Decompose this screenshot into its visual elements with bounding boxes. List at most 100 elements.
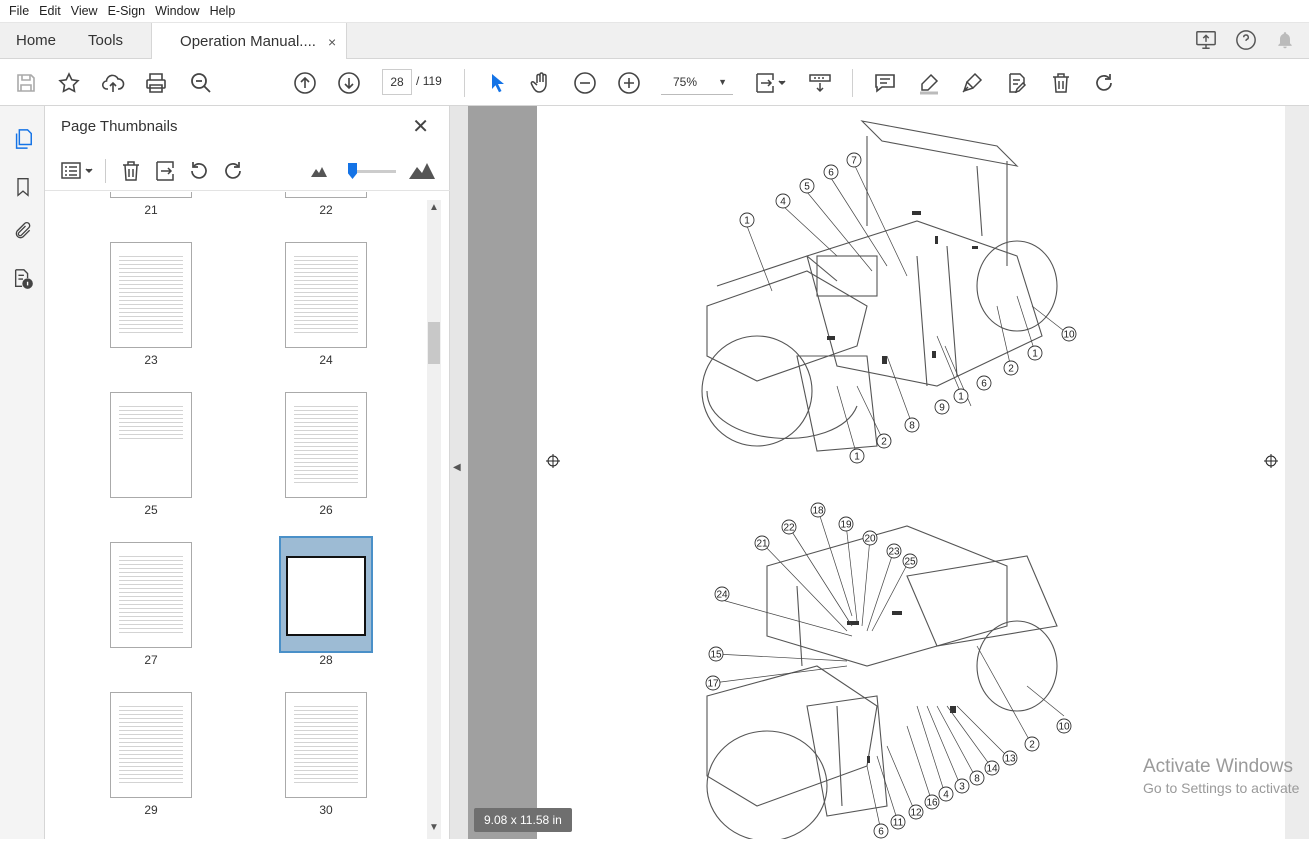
main-toolbar: 28 / 119 75% ▼ [0, 59, 1309, 106]
svg-text:21: 21 [756, 539, 768, 550]
svg-text:6: 6 [981, 379, 987, 390]
bookmarks-icon[interactable] [10, 174, 36, 200]
thumbnail-options-icon[interactable] [61, 161, 95, 184]
page-number-input[interactable]: 28 [382, 69, 412, 95]
menu-edit[interactable]: Edit [34, 4, 66, 18]
scroll-up-icon[interactable]: ▲ [429, 202, 439, 213]
svg-text:6: 6 [878, 827, 884, 838]
delete-trash-icon[interactable] [1047, 69, 1075, 97]
fit-page-icon[interactable] [750, 69, 790, 97]
svg-text:18: 18 [812, 506, 824, 517]
thumbnail-label: 28 [319, 653, 333, 667]
thumbnail-page[interactable] [110, 192, 192, 198]
callout-marker: 22 [781, 519, 797, 535]
svg-text:6: 6 [828, 168, 834, 179]
svg-text:22: 22 [783, 523, 795, 534]
scroll-mode-icon[interactable] [806, 69, 834, 97]
thumbnail-page[interactable] [110, 392, 192, 498]
callout-marker: 10 [1061, 326, 1077, 342]
select-cursor-icon[interactable] [484, 69, 512, 97]
previous-page-icon[interactable] [291, 69, 319, 97]
thumbnail-page[interactable] [110, 542, 192, 648]
thumbnail-page[interactable] [285, 392, 367, 498]
notifications-bell-icon[interactable] [1275, 30, 1295, 53]
thumbnail-label: 23 [144, 353, 158, 367]
page-size-badge: 9.08 x 11.58 in [474, 808, 572, 832]
page-thumbnails-icon[interactable] [10, 126, 36, 152]
slider-knob[interactable] [348, 163, 357, 179]
svg-text:23: 23 [888, 547, 900, 558]
callout-marker: 10 [1056, 718, 1072, 734]
thumbnail-size-slider[interactable] [348, 163, 396, 179]
thumbnail-list: 21 22 23 24 25 26 27 28 29 30 [57, 192, 427, 839]
rotate-left-icon[interactable] [187, 159, 211, 186]
next-page-icon[interactable] [335, 69, 363, 97]
small-thumbnail-icon[interactable] [311, 165, 327, 180]
share-screen-icon[interactable] [1195, 29, 1217, 54]
menu-view[interactable]: View [66, 4, 103, 18]
collapse-panel-icon[interactable]: ◀ [453, 462, 461, 473]
rotate-right-icon[interactable] [221, 159, 245, 186]
menu-esign[interactable]: E-Sign [103, 4, 151, 18]
thumbnail-page[interactable] [285, 692, 367, 798]
highlight-pen-icon[interactable] [915, 69, 943, 97]
scrollbar-thumb[interactable] [428, 322, 440, 364]
print-icon[interactable] [142, 69, 170, 97]
scroll-down-icon[interactable]: ▼ [429, 822, 439, 833]
thumbnail-preview [286, 556, 366, 636]
rotate-icon[interactable] [1090, 69, 1118, 97]
upload-cloud-icon[interactable] [99, 69, 127, 97]
tab-document[interactable]: Operation Manual.... × [151, 23, 348, 60]
total-pages: 119 [422, 74, 442, 88]
tab-home[interactable]: Home [0, 23, 72, 58]
edit-text-icon[interactable] [1003, 69, 1031, 97]
bookmark-star-icon[interactable] [55, 69, 83, 97]
comment-icon[interactable] [871, 69, 899, 97]
thumbnail-scrollbar[interactable]: ▲ ▼ [427, 200, 441, 839]
callout-marker: 1 [739, 212, 755, 228]
svg-text:7: 7 [851, 156, 857, 167]
hand-tool-icon[interactable] [527, 69, 555, 97]
attachments-icon[interactable] [10, 218, 36, 244]
thumbnail-page[interactable] [285, 242, 367, 348]
thumbnail-label: 26 [319, 503, 333, 517]
svg-text:8: 8 [974, 774, 980, 785]
svg-text:15: 15 [710, 650, 722, 661]
search-zoom-icon[interactable] [187, 69, 215, 97]
save-icon[interactable] [12, 69, 40, 97]
close-icon[interactable]: ✕ [412, 114, 429, 139]
page-thumbnails-panel: Page Thumbnails ✕ 21 22 23 24 25 26 27 2… [45, 106, 450, 839]
document-page: 1 4 5 6 7 10 1 2 6 1 9 8 2 1 18 22 19 20… [537, 106, 1285, 842]
menu-help[interactable]: Help [205, 4, 241, 18]
zoom-level-select[interactable]: 75% ▼ [661, 69, 733, 95]
menu-window[interactable]: Window [150, 4, 204, 18]
callout-marker: 11 [890, 814, 906, 830]
document-properties-icon[interactable] [10, 266, 36, 292]
draw-pen-icon[interactable] [958, 69, 986, 97]
delete-page-icon[interactable] [119, 159, 143, 186]
svg-text:1: 1 [1032, 349, 1038, 360]
zoom-in-icon[interactable] [615, 69, 643, 97]
callout-marker: 3 [954, 778, 970, 794]
thumbnail-toolbar [45, 151, 450, 191]
tab-tools[interactable]: Tools [72, 23, 139, 58]
menu-file[interactable]: File [4, 4, 34, 18]
thumbnail-page[interactable] [110, 692, 192, 798]
svg-text:10: 10 [1063, 330, 1075, 341]
large-thumbnail-icon[interactable] [409, 161, 435, 182]
thumbnail-page[interactable] [110, 242, 192, 348]
svg-text:19: 19 [840, 520, 852, 531]
help-icon[interactable] [1235, 29, 1257, 54]
thumbnail-page-selected[interactable] [279, 536, 373, 653]
svg-text:20: 20 [864, 534, 876, 545]
tab-close-button[interactable]: × [328, 34, 336, 50]
thumbnail-label: 21 [144, 203, 158, 217]
svg-text:4: 4 [780, 197, 786, 208]
svg-text:1: 1 [854, 452, 860, 463]
svg-text:16: 16 [926, 798, 938, 809]
extract-pages-icon[interactable] [153, 159, 177, 186]
watermark-line2: Go to Settings to activate [1143, 780, 1300, 796]
zoom-out-icon[interactable] [571, 69, 599, 97]
thumbnail-page[interactable] [285, 192, 367, 198]
svg-text:11: 11 [893, 818, 904, 829]
